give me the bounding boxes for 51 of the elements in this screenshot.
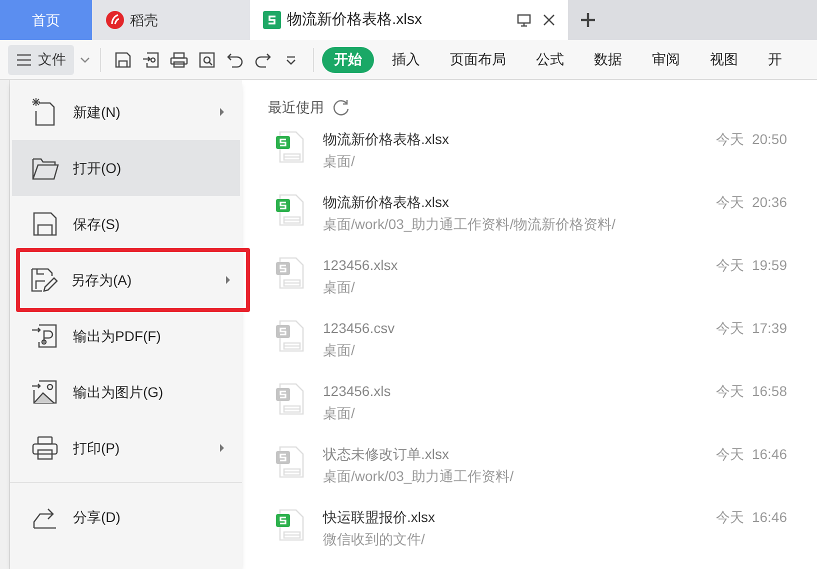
file-menu-button[interactable]: 文件 xyxy=(8,44,74,74)
menu-item[interactable]: 新建(N) xyxy=(12,84,240,140)
close-icon xyxy=(542,13,556,27)
ribbon-tab[interactable]: 视图 xyxy=(698,46,750,72)
file-path: 桌面/ xyxy=(323,341,356,360)
menu-item[interactable]: 输出为PDF(F) xyxy=(12,308,240,364)
ribbon-tab[interactable]: 开 xyxy=(756,46,794,72)
file-name[interactable]: 123456.xls xyxy=(323,380,716,402)
print-icon[interactable] xyxy=(169,50,189,70)
menu-item[interactable]: 打印(P) xyxy=(12,420,240,476)
modified-time: 今天 19:59 xyxy=(716,256,787,275)
modified-time: 今天 16:58 xyxy=(716,382,787,401)
file-name[interactable]: 快运联盟报价.xlsx xyxy=(323,506,716,528)
ribbon-tab[interactable]: 数据 xyxy=(582,46,634,72)
menu-item[interactable]: 保存(S) xyxy=(12,196,240,252)
leaf-logo-icon xyxy=(106,11,124,29)
tab[interactable]: 稻壳 xyxy=(92,0,250,40)
refresh-icon[interactable] xyxy=(332,98,350,116)
file-name[interactable]: 物流新价格表格.xlsx xyxy=(323,191,716,213)
file-path: 桌面/ xyxy=(323,404,356,423)
modified-time: 今天 17:39 xyxy=(716,319,787,338)
add-tab-icon[interactable] xyxy=(579,11,597,29)
document-tab[interactable]: 物流新价格表格.xlsx xyxy=(250,0,568,40)
menu-item[interactable]: 输出为图片(G) xyxy=(12,364,240,420)
file-name[interactable]: 物流新价格表格.xlsx xyxy=(323,128,716,150)
menu-item[interactable]: 另存为(A) xyxy=(20,252,246,308)
spreadsheet-icon xyxy=(263,11,281,29)
section-title: 最近使用 xyxy=(268,98,324,117)
file-path: 微信收到的文件/ xyxy=(323,530,426,549)
file-path: 桌面/ xyxy=(323,152,356,171)
save-icon[interactable] xyxy=(113,50,133,70)
monitor-icon xyxy=(516,12,532,28)
file-path: 桌面/work/03_助力通工作资料/ xyxy=(323,467,515,486)
ribbon-tab[interactable]: 公式 xyxy=(524,46,576,72)
export-icon[interactable] xyxy=(141,50,161,70)
menu-item[interactable]: 分享(D) xyxy=(12,489,240,545)
preview-icon[interactable] xyxy=(197,50,217,70)
file-name[interactable]: 123456.csv xyxy=(323,317,716,339)
file-path: 桌面/ xyxy=(323,278,356,297)
ribbon-tab[interactable]: 插入 xyxy=(380,46,432,72)
file-name[interactable]: 状态未修改订单.xlsx xyxy=(323,443,716,465)
menu-icon xyxy=(16,52,32,66)
ribbon-tab[interactable]: 审阅 xyxy=(640,46,692,72)
modified-time: 今天 16:46 xyxy=(716,508,787,527)
file-name[interactable]: 123456.xlsx xyxy=(323,254,716,276)
modified-time: 今天 20:36 xyxy=(716,193,787,212)
ribbon-tab[interactable]: 页面布局 xyxy=(438,46,518,72)
menu-item[interactable]: 打开(O) xyxy=(12,140,240,196)
file-path: 桌面/work/03_助力通工作资料/物流新价格资料/ xyxy=(323,215,616,234)
modified-time: 今天 16:46 xyxy=(716,445,787,464)
modified-time: 今天 20:50 xyxy=(716,130,787,149)
